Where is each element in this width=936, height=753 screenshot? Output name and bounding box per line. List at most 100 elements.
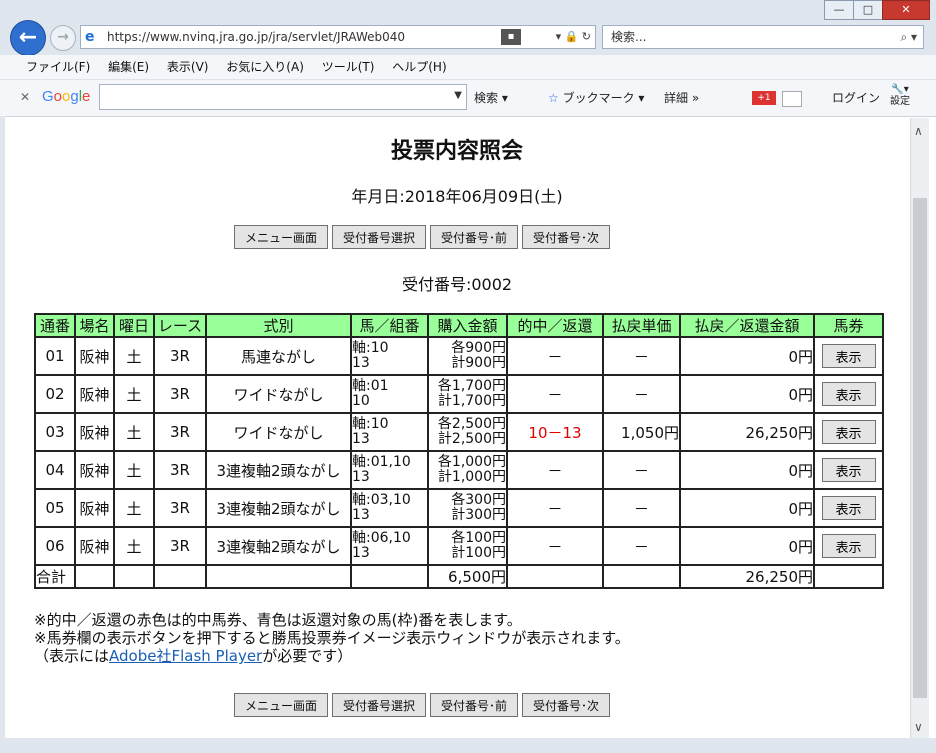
horse-combo: 軸:10 13 xyxy=(350,336,429,376)
total-label: 合計 xyxy=(34,564,76,589)
menu-screen-button[interactable]: メニュー画面 xyxy=(234,693,329,717)
flash-player-link[interactable]: Adobe社Flash Player xyxy=(109,647,262,665)
purchase-amount: 各1,000円 計1,000円 xyxy=(427,450,508,490)
horse-partner: 13 xyxy=(352,545,370,561)
ticket-cell: 表示 xyxy=(813,450,884,490)
search-icon[interactable]: ⌕ ▾ xyxy=(900,26,917,48)
menu-help[interactable]: ヘルプ(H) xyxy=(392,55,446,79)
close-toolbar-icon[interactable]: ✕ xyxy=(20,90,30,104)
row-number: 01 xyxy=(34,336,76,376)
menu-tools[interactable]: ツール(T) xyxy=(322,55,375,79)
horse-partner: 13 xyxy=(352,431,370,447)
horse-axis: 軸:01,10 xyxy=(352,454,411,470)
weekday: 土 xyxy=(113,336,155,376)
receipt-prev-button[interactable]: 受付番号･前 xyxy=(430,225,519,249)
amount-each: 各900円 xyxy=(451,340,506,356)
menu-screen-button[interactable]: メニュー画面 xyxy=(234,225,329,249)
table-row: 06 阪神 土 3R 3連複軸2頭ながし 軸:06,10 13 各100円 計100… xyxy=(34,526,884,566)
menu-favorites[interactable]: お気に入り(A) xyxy=(226,55,304,79)
plus-one-button[interactable]: +1 xyxy=(752,91,776,105)
settings-button[interactable]: 🔧▾ 設定 xyxy=(890,84,910,108)
table-row: 01 阪神 土 3R 馬連ながし 軸:10 13 各900円 計900円 － － 0… xyxy=(34,336,884,376)
receipt-next-button[interactable]: 受付番号･次 xyxy=(522,693,611,717)
receipt-prev-button[interactable]: 受付番号･前 xyxy=(430,693,519,717)
total-purchase: 6,500円 xyxy=(427,564,508,589)
bookmark-button[interactable]: ☆ ブックマーク ▾ xyxy=(548,89,644,106)
ie-icon: e xyxy=(85,29,95,45)
amount-total: 計1,700円 xyxy=(437,393,506,409)
receipt-select-button[interactable]: 受付番号選択 xyxy=(332,693,427,717)
chevron-down-icon[interactable]: ▼ xyxy=(454,90,462,101)
window-frame-bottom xyxy=(0,738,936,753)
venue: 阪神 xyxy=(74,450,115,490)
race: 3R xyxy=(153,526,207,566)
google-search-label: 検索 xyxy=(474,91,499,105)
empty-cell xyxy=(205,564,352,589)
vertical-scrollbar[interactable]: ∧ ∨ xyxy=(910,118,929,738)
login-button[interactable]: ログイン xyxy=(832,89,880,106)
table-row: 04 阪神 土 3R 3連複軸2頭ながし 軸:01,10 13 各1,000円 計1… xyxy=(34,450,884,490)
address-bar[interactable]: e https://www.nvinq.jra.go.jp/jra/servle… xyxy=(80,25,596,49)
scroll-down-icon[interactable]: ∨ xyxy=(914,720,923,734)
row-number: 04 xyxy=(34,450,76,490)
show-ticket-button[interactable]: 表示 xyxy=(821,382,876,406)
col-header: 馬券 xyxy=(813,313,884,338)
payout-amount: 0円 xyxy=(679,526,815,566)
purchase-amount: 各900円 計900円 xyxy=(427,336,508,376)
amount-total: 計1,000円 xyxy=(437,469,506,485)
horse-partner: 13 xyxy=(352,355,370,371)
settings-label: 設定 xyxy=(890,96,910,107)
forward-button[interactable]: → xyxy=(50,25,76,51)
scroll-up-icon[interactable]: ∧ xyxy=(914,124,923,138)
horse-combo: 軸:01,10 13 xyxy=(350,450,429,490)
note-post: が必要です） xyxy=(262,647,353,665)
empty-cell xyxy=(602,564,681,589)
receipt-select-button[interactable]: 受付番号選択 xyxy=(332,225,427,249)
address-controls-icon[interactable]: ▾ 🔒 ↻ xyxy=(556,26,591,48)
col-header: 式別 xyxy=(205,313,352,338)
google-search-button[interactable]: 検索 ▾ xyxy=(474,89,508,106)
total-payout: 26,250円 xyxy=(679,564,815,589)
bet-type: 馬連ながし xyxy=(205,336,352,376)
bet-type: 3連複軸2頭ながし xyxy=(205,526,352,566)
scroll-thumb[interactable] xyxy=(913,198,927,698)
maximize-button[interactable]: □ xyxy=(853,0,883,20)
horse-combo: 軸:10 13 xyxy=(350,412,429,452)
horse-axis: 軸:01 xyxy=(352,378,389,394)
menu-file[interactable]: ファイル(F) xyxy=(26,55,90,79)
show-ticket-button[interactable]: 表示 xyxy=(821,534,876,558)
show-ticket-button[interactable]: 表示 xyxy=(821,420,876,444)
note-line: ※馬券欄の表示ボタンを押下すると勝馬投票券イメージ表示ウィンドウが表示されます。 xyxy=(34,629,630,647)
browser-search-box[interactable]: 検索... ⌕ ▾ xyxy=(602,25,924,49)
weekday: 土 xyxy=(113,526,155,566)
horse-partner: 10 xyxy=(352,393,370,409)
payout-amount: 0円 xyxy=(679,450,815,490)
minimize-button[interactable]: — xyxy=(824,0,854,20)
race: 3R xyxy=(153,412,207,452)
ticket-cell: 表示 xyxy=(813,412,884,452)
amount-each: 各1,000円 xyxy=(437,454,506,470)
google-search-input[interactable]: ▼ xyxy=(99,84,467,110)
menu-view[interactable]: 表示(V) xyxy=(167,55,209,79)
more-button[interactable]: 詳細 » xyxy=(664,89,699,106)
ticket-cell: 表示 xyxy=(813,488,884,528)
show-ticket-button[interactable]: 表示 xyxy=(821,344,876,368)
back-button[interactable]: ← xyxy=(10,20,46,56)
amount-each: 各300円 xyxy=(451,492,506,508)
hit-status: － xyxy=(506,526,604,566)
table-row: 03 阪神 土 3R ワイドながし 軸:10 13 各2,500円 計2,500円 … xyxy=(34,412,884,452)
show-ticket-button[interactable]: 表示 xyxy=(821,458,876,482)
weekday: 土 xyxy=(113,412,155,452)
unit-payout: － xyxy=(602,374,681,414)
search-placeholder: 検索... xyxy=(611,30,647,44)
show-ticket-button[interactable]: 表示 xyxy=(821,496,876,520)
horse-axis: 軸:10 xyxy=(352,416,389,432)
toggle-box[interactable] xyxy=(782,91,802,107)
page-content: 投票内容照会 年月日:2018年06月09日(土) メニュー画面 受付番号選択 … xyxy=(6,117,908,738)
row-number: 02 xyxy=(34,374,76,414)
menu-edit[interactable]: 編集(E) xyxy=(108,55,149,79)
site-thumbnail-icon: ▪ xyxy=(501,29,521,45)
receipt-next-button[interactable]: 受付番号･次 xyxy=(522,225,611,249)
close-button[interactable]: ✕ xyxy=(882,0,930,20)
google-toolbar: ✕ Google ▼ 検索 ▾ ☆ ブックマーク ▾ 詳細 » +1 ログイン … xyxy=(0,80,936,117)
